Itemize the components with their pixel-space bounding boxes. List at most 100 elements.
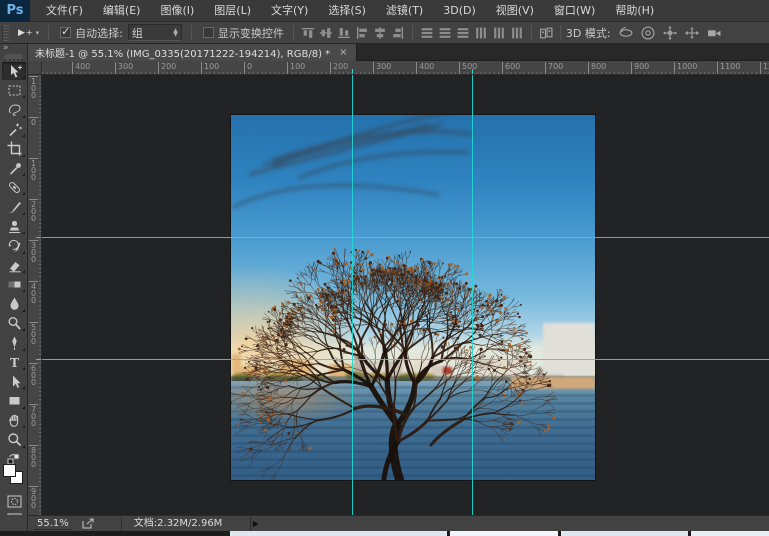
distribute-vertical-centers-button[interactable] xyxy=(438,26,452,40)
ruler-corner[interactable] xyxy=(28,61,42,75)
distribute-top-edges-button[interactable] xyxy=(420,26,434,40)
drag-3d-object-button[interactable] xyxy=(663,26,677,40)
move-plus-icon: + xyxy=(26,28,33,37)
menu-item-文件f[interactable]: 文件(F) xyxy=(36,0,93,22)
align-top-edges-button[interactable] xyxy=(301,26,315,40)
divider xyxy=(412,25,413,41)
gradient-tool[interactable] xyxy=(2,275,26,293)
menu-item-编辑e[interactable]: 编辑(E) xyxy=(93,0,151,22)
foreground-color-swatch[interactable] xyxy=(3,464,16,477)
brush-tool[interactable] xyxy=(2,198,26,216)
history-brush-tool[interactable] xyxy=(2,237,26,255)
rectangle-shape-tool[interactable] xyxy=(2,392,26,410)
dodge-tool[interactable] xyxy=(2,314,26,332)
distribute-right-edges-button[interactable] xyxy=(510,26,524,40)
align-bottom-edges-button[interactable] xyxy=(337,26,351,40)
photo-layer[interactable] xyxy=(231,115,595,480)
eyedropper-tool[interactable] xyxy=(2,159,26,177)
tool-options-bar: ▶+ ▾ 自动选择: 组 ▲▼ 显示变换控件 3D 模式: xyxy=(0,22,769,44)
quick-mask-mode-button[interactable] xyxy=(2,492,26,510)
blur-tool[interactable] xyxy=(2,295,26,313)
zoom-level-field[interactable]: 55.1% xyxy=(34,517,72,530)
h-ruler-label: 400 xyxy=(416,62,434,74)
hand-tool[interactable] xyxy=(2,411,26,429)
show-transform-checkbox[interactable] xyxy=(203,27,214,38)
vertical-ruler[interactable]: 1000100200300400500600700800900 xyxy=(28,75,42,515)
tools-panel-grip[interactable] xyxy=(4,54,23,61)
lasso-tool[interactable] xyxy=(2,101,26,119)
menu-item-3dd[interactable]: 3D(D) xyxy=(433,0,486,22)
horizontal-guide[interactable] xyxy=(42,237,769,238)
foreground-background-swatches[interactable] xyxy=(3,464,25,486)
roll-3d-object-button[interactable] xyxy=(641,26,655,40)
menu-item-选择s[interactable]: 选择(S) xyxy=(318,0,376,22)
menu-item-文字y[interactable]: 文字(Y) xyxy=(261,0,318,22)
magic-wand-tool[interactable] xyxy=(2,120,26,138)
horizontal-ruler[interactable]: 4003002001000100200300400500600700800900… xyxy=(42,61,769,75)
distribute-bottom-edges-button[interactable] xyxy=(456,26,470,40)
path-selection-icon xyxy=(7,374,22,389)
distribute-left-edges-button[interactable] xyxy=(474,26,488,40)
crop-tool[interactable] xyxy=(2,140,26,158)
canvas-area[interactable] xyxy=(42,75,769,515)
h-ruler-label: 300 xyxy=(373,62,391,74)
status-bar: 55.1% 文档:2.32M/2.96M ▶ xyxy=(28,515,769,531)
vertical-guide[interactable] xyxy=(352,75,353,515)
photoshop-logo: Ps xyxy=(0,0,30,22)
tools-panel-collapse-button[interactable]: » xyxy=(0,44,27,54)
align-right-edges-button[interactable] xyxy=(391,26,405,40)
h-ruler-label: 200 xyxy=(158,62,176,74)
pen-icon xyxy=(7,335,22,350)
chevron-down-icon: ▾ xyxy=(36,29,40,37)
show-transform-toggle[interactable]: 显示变换控件 xyxy=(197,23,288,43)
document-size-info[interactable]: 文档:2.32M/2.96M xyxy=(121,517,251,531)
auto-select-target-dropdown[interactable]: 组 ▲▼ xyxy=(128,24,182,41)
history-brush-icon xyxy=(7,238,22,253)
scale-3d-camera-button[interactable] xyxy=(707,26,721,40)
h-ruler-label: 700 xyxy=(545,62,563,74)
brush-icon xyxy=(7,199,22,214)
status-expand-icon[interactable]: ▶ xyxy=(253,519,259,528)
align-horizontal-centers-button[interactable] xyxy=(373,26,387,40)
eyedropper-icon xyxy=(7,161,22,176)
spot-healing-brush-tool[interactable] xyxy=(2,178,26,196)
slide-3d-object-button[interactable] xyxy=(685,26,699,40)
rotate-3d-object-button[interactable] xyxy=(619,26,633,40)
path-selection-tool[interactable] xyxy=(2,372,26,390)
show-transform-label: 显示变换控件 xyxy=(218,25,284,41)
align-left-edges-button[interactable] xyxy=(355,26,369,40)
menu-item-图像i[interactable]: 图像(I) xyxy=(150,0,204,22)
h-ruler-label: 600 xyxy=(502,62,520,74)
zoom-tool[interactable] xyxy=(2,431,26,449)
rectangular-marquee-icon xyxy=(7,83,22,98)
auto-align-layers-button[interactable] xyxy=(539,26,553,40)
horizontal-type-tool[interactable]: T xyxy=(2,353,26,371)
vertical-guide[interactable] xyxy=(472,75,473,515)
align-vertical-centers-button[interactable] xyxy=(319,26,333,40)
menu-item-窗口w[interactable]: 窗口(W) xyxy=(544,0,605,22)
share-export-icon[interactable] xyxy=(82,518,95,529)
document-tab-strip: 未标题-1 @ 55.1% (IMG_0335(20171222-194214)… xyxy=(28,44,769,61)
pen-tool[interactable] xyxy=(2,334,26,352)
tab-close-icon[interactable]: × xyxy=(339,47,347,58)
move-icon xyxy=(7,64,22,79)
menu-item-视图v[interactable]: 视图(V) xyxy=(486,0,544,22)
tool-preset-picker[interactable]: ▶+ ▾ xyxy=(14,23,43,43)
move-tool[interactable] xyxy=(2,62,26,80)
options-bar-grip[interactable] xyxy=(2,25,9,41)
menu-item-图层l[interactable]: 图层(L) xyxy=(204,0,261,22)
rectangular-marquee-tool[interactable] xyxy=(2,81,26,99)
auto-select-checkbox[interactable] xyxy=(60,27,71,38)
distribute-horizontal-centers-button[interactable] xyxy=(492,26,506,40)
horizontal-guide[interactable] xyxy=(42,359,769,360)
photo-tree xyxy=(231,115,595,480)
clone-stamp-tool[interactable] xyxy=(2,217,26,235)
v-ruler-label: 500 xyxy=(29,322,38,345)
eraser-tool[interactable] xyxy=(2,256,26,274)
auto-select-toggle[interactable]: 自动选择: 组 ▲▼ xyxy=(54,23,186,43)
document-tab-title: 未标题-1 @ 55.1% (IMG_0335(20171222-194214)… xyxy=(35,45,330,60)
svg-text:T: T xyxy=(10,356,19,370)
menu-item-滤镜t[interactable]: 滤镜(T) xyxy=(376,0,433,22)
document-tab[interactable]: 未标题-1 @ 55.1% (IMG_0335(20171222-194214)… xyxy=(28,44,357,61)
menu-item-帮助h[interactable]: 帮助(H) xyxy=(605,0,664,22)
